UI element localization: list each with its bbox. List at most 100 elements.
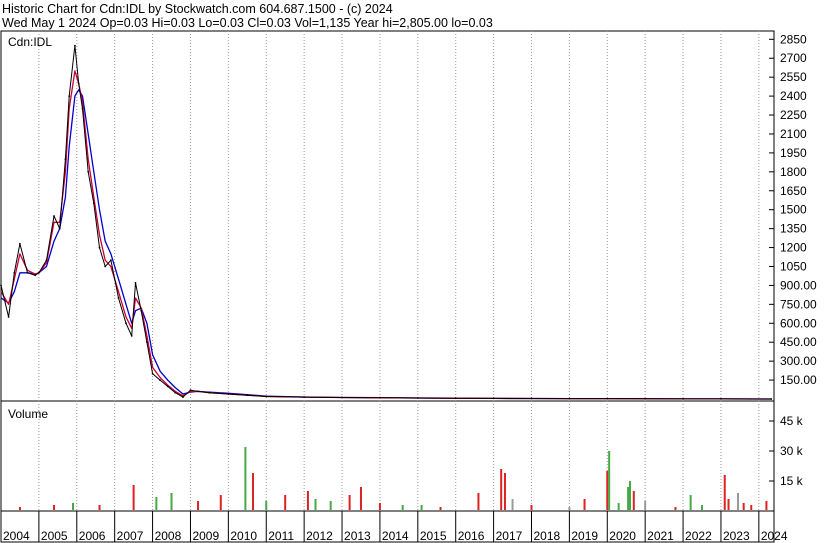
x-tick-label: 2011: [268, 529, 294, 543]
volume-grid: [38, 401, 760, 511]
x-tick-label: 2006: [79, 529, 106, 543]
price-point: [454, 397, 457, 400]
price-tick-label: 300.00: [780, 354, 817, 368]
x-tick-label: 2016: [458, 529, 485, 543]
price-point: [104, 265, 107, 268]
price-point: [416, 397, 419, 399]
price-point: [720, 398, 722, 400]
volume-bar: [244, 447, 247, 510]
x-tick-label: 2010: [230, 529, 257, 543]
volume-bar: [306, 491, 309, 510]
price-point: [770, 398, 773, 400]
short-moving-average-line: [0, 70, 772, 400]
volume-panel-frame: [0, 400, 775, 512]
volume-bar: [723, 475, 726, 510]
price-point: [568, 397, 571, 400]
price-point: [197, 390, 199, 393]
volume-bar: [53, 505, 56, 510]
price-point: [81, 107, 84, 110]
x-axis-labels: 2004 2005 2006 2007 2008 2009 2010 2011 2012 2013…: [3, 511, 788, 543]
price-tick-label: 1950: [780, 146, 807, 160]
x-tick-label: 2020: [609, 529, 636, 543]
x-tick-label: 2024: [761, 529, 788, 543]
volume-bar: [608, 451, 611, 510]
x-tick-label: 2008: [155, 529, 182, 543]
volume-tick-label: 30 k: [780, 444, 804, 458]
x-tick-label: 2009: [192, 529, 219, 543]
volume-bar: [197, 501, 200, 510]
volume-bar: [727, 499, 730, 510]
price-point: [117, 297, 120, 299]
price-tick-label: 1500: [780, 203, 807, 217]
volume-bar: [629, 481, 632, 510]
x-tick-label: 2007: [117, 529, 144, 543]
price-tick-label: 900.00: [780, 278, 817, 292]
price-tick-label: 2400: [780, 89, 807, 103]
price-point: [140, 309, 143, 312]
price-point: [151, 372, 154, 375]
price-point: [58, 227, 61, 230]
price-tick-label: 450.00: [780, 335, 817, 349]
x-tick-label: 2018: [533, 529, 560, 543]
price-point: [74, 44, 76, 47]
price-point: [45, 259, 48, 262]
volume-tick-label: 45 k: [780, 414, 804, 428]
x-tick-label: 2017: [496, 529, 523, 543]
price-tick-label: 1200: [780, 241, 807, 255]
volume-bar: [511, 499, 514, 510]
volume-bar: [71, 503, 74, 510]
volume-bar: [530, 505, 533, 510]
price-point: [64, 158, 67, 161]
x-tick-label: 2021: [647, 529, 674, 543]
price-tick-label: 1650: [780, 184, 807, 198]
volume-bar: [348, 495, 351, 510]
price-point: [208, 391, 211, 394]
volume-bar: [170, 493, 173, 510]
volume-bar: [401, 505, 404, 510]
price-point: [303, 396, 305, 398]
price-point: [77, 82, 80, 85]
price-point: [34, 274, 36, 277]
volume-bar: [155, 497, 158, 510]
price-point: [166, 385, 169, 388]
x-tick-label: 2019: [571, 529, 598, 543]
volume-bar: [606, 471, 609, 510]
price-point: [53, 215, 55, 217]
price-series: [0, 44, 773, 400]
price-point: [13, 271, 16, 274]
volume-bar: [627, 487, 630, 510]
price-tick-label: 750.00: [780, 297, 817, 311]
volume-bar: [750, 505, 753, 510]
price-grid: [38, 31, 760, 401]
volume-bar: [477, 493, 480, 510]
price-point: [7, 316, 10, 318]
x-tick-label: 2012: [306, 529, 333, 543]
price-point: [341, 396, 343, 399]
volume-bar: [219, 495, 222, 510]
price-point: [682, 398, 684, 400]
price-point: [644, 397, 647, 400]
volume-bar: [617, 503, 620, 510]
price-point: [87, 170, 90, 173]
price-point: [38, 271, 40, 274]
volume-bar: [439, 507, 442, 510]
volume-tick-label: 15 k: [780, 474, 804, 488]
price-point: [26, 271, 29, 274]
price-point: [265, 395, 268, 398]
price-tick-label: 1800: [780, 165, 807, 179]
price-tick-label: 1050: [780, 259, 807, 273]
price-point: [606, 397, 609, 400]
volume-bar: [568, 507, 571, 510]
price-point: [98, 246, 101, 249]
volume-bar: [265, 501, 268, 510]
price-point: [130, 335, 133, 337]
volume-bar: [503, 473, 506, 510]
volume-bar: [742, 503, 745, 510]
volume-bar: [701, 505, 704, 510]
price-point: [379, 396, 381, 399]
volume-title: Volume: [8, 407, 48, 421]
volume-bar: [674, 507, 677, 510]
volume-bar: [359, 487, 362, 510]
price-line: [0, 45, 772, 400]
volume-bar: [583, 499, 586, 510]
